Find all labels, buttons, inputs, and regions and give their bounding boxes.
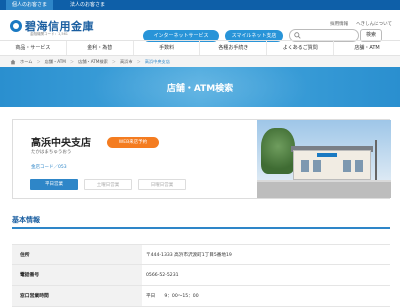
basic-info-table: 住所 〒444-1333 高浜市沢渡町1丁目5番地19 電話番号 0566-52… bbox=[12, 244, 390, 307]
table-row: 住所 〒444-1333 高浜市沢渡町1丁目5番地19 bbox=[12, 244, 390, 265]
breadcrumb: ホーム ＞ 店舗・ATM ＞ 店舗・ATM検索 ＞ 高浜市 ＞ 高浜中央支店 bbox=[0, 56, 400, 67]
breadcrumb-separator: ＞ bbox=[111, 59, 116, 64]
nav-faq[interactable]: よくあるご質問 bbox=[267, 41, 335, 55]
branch-kana: たかはまちゅうおう bbox=[31, 150, 72, 155]
tab-saturday[interactable]: 土曜日営業 bbox=[84, 179, 132, 190]
nav-procedures[interactable]: 各種お手続き bbox=[200, 41, 268, 55]
branch-code: 金店コード／053 bbox=[31, 165, 67, 170]
row-label: 住所 bbox=[12, 245, 142, 264]
breadcrumb-home[interactable]: ホーム bbox=[20, 56, 32, 67]
tab-weekday[interactable]: 平日営業 bbox=[30, 179, 78, 190]
nav-products[interactable]: 商品・サービス bbox=[0, 41, 67, 55]
section-title-basic-info: 基本情報 bbox=[12, 216, 40, 224]
utility-links: 採用情報 へきしんについて bbox=[330, 21, 392, 27]
row-value: 〒444-1333 高浜市沢渡町1丁目5番地19 bbox=[146, 253, 232, 258]
table-row: 窓口営業時間 平日 9：00〜15：00 bbox=[12, 286, 390, 307]
breadcrumb-item[interactable]: 店舗・ATM検索 bbox=[78, 56, 108, 67]
branch-name: 高浜中央支店 bbox=[31, 138, 91, 149]
breadcrumb-item[interactable]: 店舗・ATM bbox=[45, 56, 66, 67]
search-icon bbox=[294, 32, 301, 39]
page-banner: 店舗・ATM検索 bbox=[0, 67, 400, 107]
web-reservation-button[interactable]: WEB来店予約 bbox=[107, 137, 159, 148]
home-icon bbox=[10, 59, 16, 64]
tab-sunday[interactable]: 日曜日営業 bbox=[138, 179, 186, 190]
tab-corporate[interactable]: 法人のお客さま bbox=[64, 0, 111, 10]
branch-card: 高浜中央支店 たかはまちゅうおう WEB来店予約 金店コード／053 平日営業 … bbox=[12, 119, 391, 199]
page-title: 店舗・ATM検索 bbox=[166, 84, 234, 94]
link-about[interactable]: へきしんについて bbox=[356, 21, 392, 27]
row-label: 窓口営業時間 bbox=[12, 286, 142, 306]
breadcrumb-separator: ＞ bbox=[136, 59, 141, 64]
breadcrumb-separator: ＞ bbox=[36, 59, 41, 64]
section-divider bbox=[12, 227, 390, 229]
business-day-tabs: 平日営業 土曜日営業 日曜日営業 bbox=[30, 179, 186, 190]
breadcrumb-separator: ＞ bbox=[69, 59, 75, 64]
site-header: 碧海信用金庫 金融機関コード：1,561 採用情報 へきしんについて インターネ… bbox=[0, 10, 400, 42]
nav-rates[interactable]: 金利・為替 bbox=[67, 41, 134, 55]
nav-branches[interactable]: 店舗・ATM bbox=[334, 41, 400, 55]
breadcrumb-item[interactable]: 高浜市 bbox=[120, 56, 133, 67]
row-value: 平日 9：00〜15：00 bbox=[146, 294, 199, 299]
breadcrumb-current: 高浜中央支店 bbox=[144, 59, 170, 64]
bank-code-note: 金融機関コード：1,561 bbox=[30, 32, 69, 36]
nav-fees[interactable]: 手数料 bbox=[134, 41, 201, 55]
branch-photo bbox=[257, 120, 391, 198]
row-value[interactable]: 0566-52-5231 bbox=[142, 265, 390, 285]
tab-personal[interactable]: 個人のお客さま bbox=[6, 0, 54, 10]
link-recruit[interactable]: 採用情報 bbox=[330, 21, 348, 27]
table-row: 電話番号 0566-52-5231 bbox=[12, 265, 390, 286]
logo-mark-icon bbox=[10, 20, 22, 32]
global-nav: 商品・サービス 金利・為替 手数料 各種お手続き よくあるご質問 店舗・ATM bbox=[0, 40, 400, 56]
row-label: 電話番号 bbox=[12, 265, 142, 285]
top-audience-bar: 個人のお客さま 法人のお客さま bbox=[0, 0, 400, 10]
